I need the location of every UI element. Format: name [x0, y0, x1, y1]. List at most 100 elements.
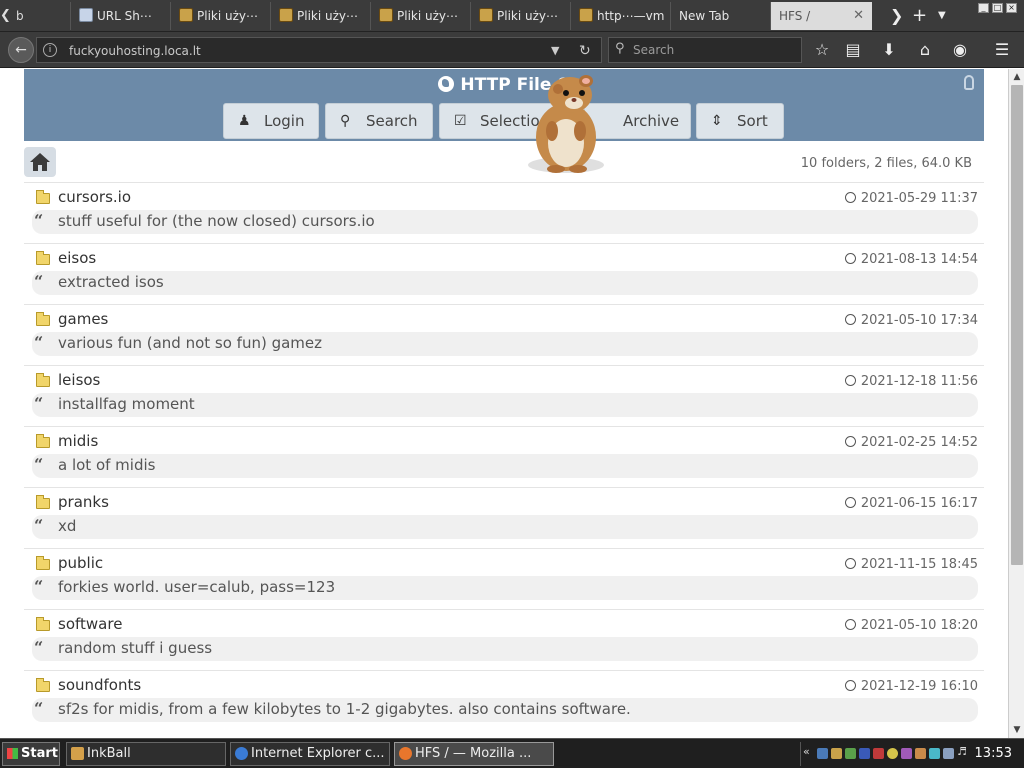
item-date-text: 2021-12-19 16:10 [860, 679, 978, 694]
tray-sun-icon[interactable] [887, 748, 898, 759]
folder-icon [36, 190, 50, 204]
folder-name-link[interactable]: games [58, 310, 108, 328]
tray-alert-icon[interactable] [873, 748, 884, 759]
volume-icon[interactable]: ♬ [957, 745, 968, 758]
item-date: 2021-12-18 11:56 [844, 374, 978, 389]
tab-url-shortener[interactable]: URL Sh⋯ [70, 2, 168, 30]
reader-view-icon[interactable]: ▤ [841, 38, 865, 62]
tray-hfs-icon[interactable] [831, 748, 842, 759]
comment-background [32, 454, 978, 478]
tab-label: New Tab [679, 9, 730, 23]
url-bar[interactable]: i fuckyouhosting.loca.lt ▼ ↻ [36, 37, 602, 63]
scroll-down-icon[interactable]: ▼ [1009, 722, 1024, 738]
tab-list-chevron-down-icon[interactable]: ▼ [938, 2, 946, 30]
reload-icon[interactable]: ↻ [579, 38, 591, 64]
close-tab-icon[interactable]: ✕ [853, 2, 864, 30]
item-date: 2021-05-10 17:34 [844, 313, 978, 328]
folder-name-link[interactable]: cursors.io [58, 188, 131, 206]
url-history-dropdown-icon[interactable]: ▼ [551, 38, 559, 64]
lightbulb-icon[interactable] [964, 75, 974, 90]
browser-search-box[interactable]: ⚲ [608, 37, 802, 63]
folder-icon [36, 617, 50, 631]
tab-new-tab[interactable]: New Tab [670, 2, 768, 30]
tab-pliki-2[interactable]: Pliki uży⋯ [270, 2, 368, 30]
tab-pliki-4[interactable]: Pliki uży⋯ [470, 2, 568, 30]
folder-name-link[interactable]: software [58, 615, 122, 633]
tab-scroll-left-icon[interactable]: ❮ [0, 2, 11, 30]
page-viewport: HTTP File S ♟ Login ⚲ Search ☑ Selectio Arc… [0, 69, 1008, 738]
start-button[interactable]: Start [2, 742, 60, 766]
folder-name-link[interactable]: midis [58, 432, 98, 450]
clock-icon [844, 192, 856, 203]
globe-icon [438, 76, 455, 92]
item-date-text: 2021-08-13 14:54 [860, 252, 978, 267]
back-arrow-icon[interactable]: ← [8, 37, 34, 63]
tray-tool-icon[interactable] [901, 748, 912, 759]
new-tab-plus-icon[interactable]: + [912, 2, 927, 30]
list-item: midis 2021-02-25 14:52 “ a lot of midis [24, 426, 984, 487]
search-button[interactable]: ⚲ Search [325, 103, 433, 139]
home-icon[interactable]: ⌂ [913, 38, 937, 62]
folder-name-link[interactable]: soundfonts [58, 676, 141, 694]
hamster-image [528, 75, 604, 173]
tab-pliki-3[interactable]: Pliki uży⋯ [370, 2, 468, 30]
folder-name-link[interactable]: eisos [58, 249, 96, 267]
task-label: HFS / — Mozilla ... [415, 746, 532, 761]
tray-display-icon[interactable] [943, 748, 954, 759]
clock-icon [844, 680, 856, 691]
tray-sync-icon[interactable] [929, 748, 940, 759]
folder-name-link[interactable]: leisos [58, 371, 100, 389]
tab-label: Pliki uży⋯ [297, 9, 359, 23]
tray-network-icon[interactable] [817, 748, 828, 759]
quote-icon: “ [34, 333, 44, 352]
folder-name-link[interactable]: pranks [58, 493, 109, 511]
tray-app-icon[interactable] [845, 748, 856, 759]
scrollbar-thumb[interactable] [1011, 85, 1023, 565]
item-comment: stuff useful for (the now closed) cursor… [58, 212, 375, 230]
quote-icon: “ [34, 699, 44, 718]
taskbar-item-internet-explorer[interactable]: Internet Explorer c... [230, 742, 390, 766]
tray-expand-icon[interactable]: « [803, 745, 814, 758]
login-button[interactable]: ♟ Login [223, 103, 319, 139]
downloads-arrow-icon[interactable]: ⬇ [877, 38, 901, 62]
page-scrollbar[interactable]: ▲ ▼ [1008, 69, 1024, 738]
menu-hamburger-icon[interactable]: ☰ [990, 38, 1014, 62]
folder-icon [36, 312, 50, 326]
taskbar-item-inkball[interactable]: InkBall [66, 742, 226, 766]
archive-label: Archive [623, 112, 680, 130]
restore-icon[interactable]: □ [992, 3, 1003, 13]
taskbar-item-firefox[interactable]: HFS / — Mozilla ... [394, 742, 554, 766]
comment-background [32, 515, 978, 539]
quote-icon: “ [34, 577, 44, 596]
tab-label: Pliki uży⋯ [397, 9, 459, 23]
sort-arrows-icon: ⇕ [711, 113, 723, 129]
system-tray: « ♬ 13:53 [800, 742, 1022, 766]
site-info-icon[interactable]: i [43, 43, 57, 57]
url-prefix: fuckyouhosting. [69, 44, 165, 58]
browser-search-input[interactable] [633, 40, 797, 60]
tab-scroll-right-icon[interactable]: ❯ [890, 2, 903, 30]
minimize-icon[interactable]: _ [978, 3, 989, 13]
folder-name-link[interactable]: public [58, 554, 103, 572]
list-item: games 2021-05-10 17:34 “ various fun (an… [24, 304, 984, 365]
folder-icon [36, 373, 50, 387]
taskbar-clock[interactable]: 13:53 [975, 742, 1012, 766]
close-window-icon[interactable]: × [1006, 3, 1017, 13]
bookmark-star-icon[interactable]: ☆ [810, 38, 834, 62]
tray-cat-icon[interactable] [915, 748, 926, 759]
tray-shield-icon[interactable] [859, 748, 870, 759]
clock-icon [844, 497, 856, 508]
item-date: 2021-11-15 18:45 [844, 557, 978, 572]
tab-partial[interactable]: b [16, 2, 24, 30]
sort-button[interactable]: ⇕ Sort [696, 103, 784, 139]
item-comment: forkies world. user=calub, pass=123 [58, 578, 336, 596]
folder-icon [36, 434, 50, 448]
tab-hfs-active[interactable]: HFS / ✕ [770, 2, 872, 30]
scroll-up-icon[interactable]: ▲ [1009, 69, 1024, 85]
tab-http-vm[interactable]: http⋯—vm [570, 2, 668, 30]
home-folder-button[interactable] [24, 147, 56, 177]
tab-pliki-1[interactable]: Pliki uży⋯ [170, 2, 268, 30]
pocket-icon[interactable]: ◉ [948, 38, 972, 62]
comment-background [32, 271, 978, 295]
list-item: soundfonts 2021-12-19 16:10 “ sf2s for m… [24, 670, 984, 731]
